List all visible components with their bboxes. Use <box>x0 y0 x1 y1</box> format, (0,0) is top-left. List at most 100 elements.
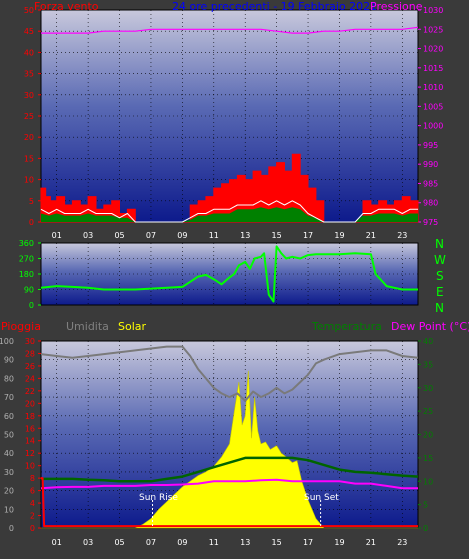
pressure-y-tick-label-975: 975 <box>423 218 438 227</box>
rain-y-tick-label-18: 18 <box>25 412 35 421</box>
dew-point-axis-title: Dew Point (°C) <box>391 320 469 333</box>
wind-y-tick-label-20: 20 <box>24 133 34 142</box>
x-tick-label-climate-09: 09 <box>177 538 187 547</box>
pressure-y-tick-label-990: 990 <box>423 160 438 169</box>
rain-y-tick-label-22: 22 <box>25 387 35 396</box>
temperature-y-tick-label-35: 35 <box>423 360 433 369</box>
x-tick-label-wind-11: 11 <box>209 231 219 240</box>
direction-letter-e: E <box>436 285 444 299</box>
humidity-y-tick-label-0: 0 <box>9 524 14 533</box>
x-tick-label-wind-15: 15 <box>272 231 282 240</box>
direction-letter-s: S <box>436 269 444 283</box>
temperature-y-tick-label-10: 10 <box>423 477 433 486</box>
x-tick-label-wind-07: 07 <box>146 231 156 240</box>
x-tick-label-climate-11: 11 <box>209 538 219 547</box>
rain-y-tick-label-2: 2 <box>30 512 35 521</box>
humidity-y-tick-label-10: 10 <box>4 505 14 514</box>
x-tick-label-climate-21: 21 <box>366 538 376 547</box>
pressure-y-tick-label-1005: 1005 <box>423 102 443 111</box>
temperature-axis-title: Temperatura <box>312 320 382 333</box>
temperature-y-tick-label-25: 25 <box>423 407 433 416</box>
humidity-y-tick-label-50: 50 <box>4 431 14 440</box>
pressure-y-tick-label-980: 980 <box>423 199 438 208</box>
rain-y-tick-label-30: 30 <box>25 337 35 346</box>
wind-y-tick-label-45: 45 <box>24 27 34 36</box>
temperature-y-tick-label-15: 15 <box>423 454 433 463</box>
wind-axis-title: Forza vento <box>34 0 99 13</box>
x-tick-label-wind-13: 13 <box>240 231 250 240</box>
x-tick-label-wind-03: 03 <box>83 231 93 240</box>
x-tick-label-climate-19: 19 <box>334 538 344 547</box>
sun-rise-label: Sun Rise <box>139 493 178 503</box>
humidity-y-tick-label-60: 60 <box>4 412 14 421</box>
wind-y-tick-label-10: 10 <box>24 176 34 185</box>
rain-axis-title: Pioggia <box>1 320 41 333</box>
weather-chart-window: 01 03 05 07 09 11 13 15 17 19 21 23 0 5 10 15 20 25 30 35 40… <box>0 0 469 555</box>
direction-letter-n-bottom: N <box>435 301 444 315</box>
x-tick-label-wind-21: 21 <box>366 231 376 240</box>
rain-y-tick-label-20: 20 <box>25 399 35 408</box>
x-tick-label-climate-17: 17 <box>303 538 313 547</box>
temperature-y-tick-label-40: 40 <box>423 337 433 346</box>
pressure-y-tick-label-1025: 1025 <box>423 25 443 34</box>
rain-y-tick-label-8: 8 <box>30 474 35 483</box>
wind-y-tick-label-5: 5 <box>29 197 34 206</box>
sun-set-label: Sun Set <box>304 493 339 503</box>
x-tick-label-climate-15: 15 <box>272 538 282 547</box>
direction-y-tick-label-270: 270 <box>19 255 34 264</box>
pressure-y-tick-label-1015: 1015 <box>423 64 443 73</box>
pressure-axis-title: Pressione <box>370 0 423 13</box>
rain-y-tick-label-0: 0 <box>30 524 35 533</box>
x-tick-label-climate-01: 01 <box>52 538 62 547</box>
humidity-y-tick-label-40: 40 <box>4 449 14 458</box>
x-tick-label-climate-07: 07 <box>146 538 156 547</box>
direction-letter-n-top: N <box>435 237 444 251</box>
wind-y-tick-label-50: 50 <box>24 6 34 15</box>
humidity-axis-title: Umidita <box>66 320 109 333</box>
x-tick-label-wind-05: 05 <box>114 231 124 240</box>
pressure-y-tick-label-985: 985 <box>423 179 438 188</box>
pressure-y-tick-label-1000: 1000 <box>423 122 443 131</box>
humidity-y-tick-label-80: 80 <box>4 374 14 383</box>
rain-y-tick-label-28: 28 <box>25 349 35 358</box>
humidity-y-tick-label-100: 100 <box>0 337 14 346</box>
x-tick-label-climate-13: 13 <box>240 538 250 547</box>
direction-y-tick-label-90: 90 <box>24 286 34 295</box>
wind-y-tick-label-35: 35 <box>24 70 34 79</box>
x-tick-label-climate-23: 23 <box>397 538 407 547</box>
direction-y-tick-label-180: 180 <box>19 270 34 279</box>
rain-y-tick-label-12: 12 <box>25 449 35 458</box>
pressure-y-tick-label-1020: 1020 <box>423 45 443 54</box>
rain-y-tick-label-24: 24 <box>25 374 35 383</box>
x-tick-label-wind-17: 17 <box>303 231 313 240</box>
rain-y-tick-label-10: 10 <box>25 462 35 471</box>
x-tick-label-wind-23: 23 <box>397 231 407 240</box>
pressure-y-tick-label-1010: 1010 <box>423 83 443 92</box>
humidity-y-tick-label-70: 70 <box>4 393 14 402</box>
temperature-y-tick-label-30: 30 <box>423 384 433 393</box>
rain-y-tick-label-16: 16 <box>25 424 35 433</box>
x-tick-label-wind-01: 01 <box>52 231 62 240</box>
wind-y-tick-label-15: 15 <box>24 154 34 163</box>
pressure-y-tick-label-1030: 1030 <box>423 6 443 15</box>
temperature-y-tick-label-20: 20 <box>423 431 433 440</box>
humidity-y-tick-label-90: 90 <box>4 356 14 365</box>
rain-y-tick-label-14: 14 <box>25 437 35 446</box>
rain-y-tick-label-26: 26 <box>25 362 35 371</box>
x-tick-label-climate-05: 05 <box>114 538 124 547</box>
wind-y-tick-label-0: 0 <box>29 218 34 227</box>
humidity-y-tick-label-20: 20 <box>4 487 14 496</box>
direction-y-tick-label-360: 360 <box>19 239 34 248</box>
pressure-y-tick-label-995: 995 <box>423 141 438 150</box>
x-tick-label-climate-03: 03 <box>83 538 93 547</box>
weather-charts-svg: 01 03 05 07 09 11 13 15 17 19 21 230510152025303540… <box>0 6 443 547</box>
wind-y-tick-label-40: 40 <box>24 48 34 57</box>
humidity-y-tick-label-30: 30 <box>4 468 14 477</box>
wind-y-tick-label-30: 30 <box>24 91 34 100</box>
temperature-y-tick-label-0: 0 <box>423 524 428 533</box>
x-tick-label-wind-09: 09 <box>177 231 187 240</box>
direction-y-tick-label-0: 0 <box>29 301 34 310</box>
chart-title: 24 ore precedenti - 19 Febbraio 2021 <box>172 0 378 13</box>
rain-y-tick-label-4: 4 <box>30 499 35 508</box>
wind-y-tick-label-25: 25 <box>24 112 34 121</box>
